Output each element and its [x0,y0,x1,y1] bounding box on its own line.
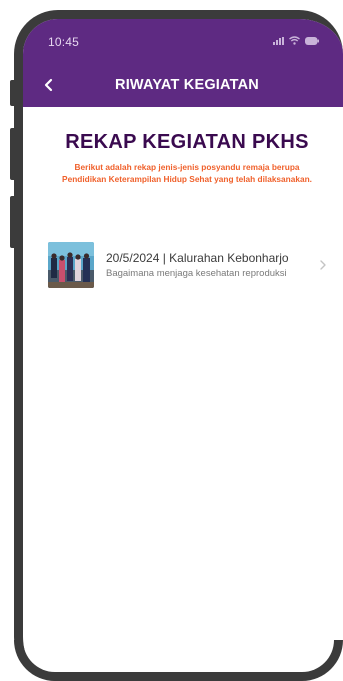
activity-title: 20/5/2024 | Kalurahan Kebonharjo [106,251,289,265]
battery-icon [305,36,319,45]
chevron-right-icon [318,258,328,272]
page-subtitle: Berikut adalah rekap jenis-jenis posyand… [62,162,312,184]
status-icons [273,36,319,45]
signal-icon [273,36,284,45]
activity-thumbnail [48,242,94,288]
activity-description: Bagaimana menjaga kesehatan reproduksi [106,268,287,279]
header: 10:45 RIWAYAT KEGIATAN [23,19,343,107]
screen: 10:45 RIWAYAT KEGIATAN REKAP KEGIATAN PK… [0,0,343,681]
wifi-icon [289,36,300,45]
phone-frame: 10:45 RIWAYAT KEGIATAN REKAP KEGIATAN PK… [14,10,343,681]
app-bar-title: RIWAYAT KEGIATAN [115,77,259,93]
status-time: 10:45 [48,35,80,49]
activity-list-item[interactable]: 20/5/2024 | Kalurahan Kebonharjo Bagaima… [48,237,328,293]
app-bar: RIWAYAT KEGIATAN [23,71,343,101]
status-bar: 10:45 [23,19,343,61]
activity-text: 20/5/2024 | Kalurahan Kebonharjo Bagaima… [106,251,310,279]
page-title: REKAP KEGIATAN PKHS [65,131,309,153]
